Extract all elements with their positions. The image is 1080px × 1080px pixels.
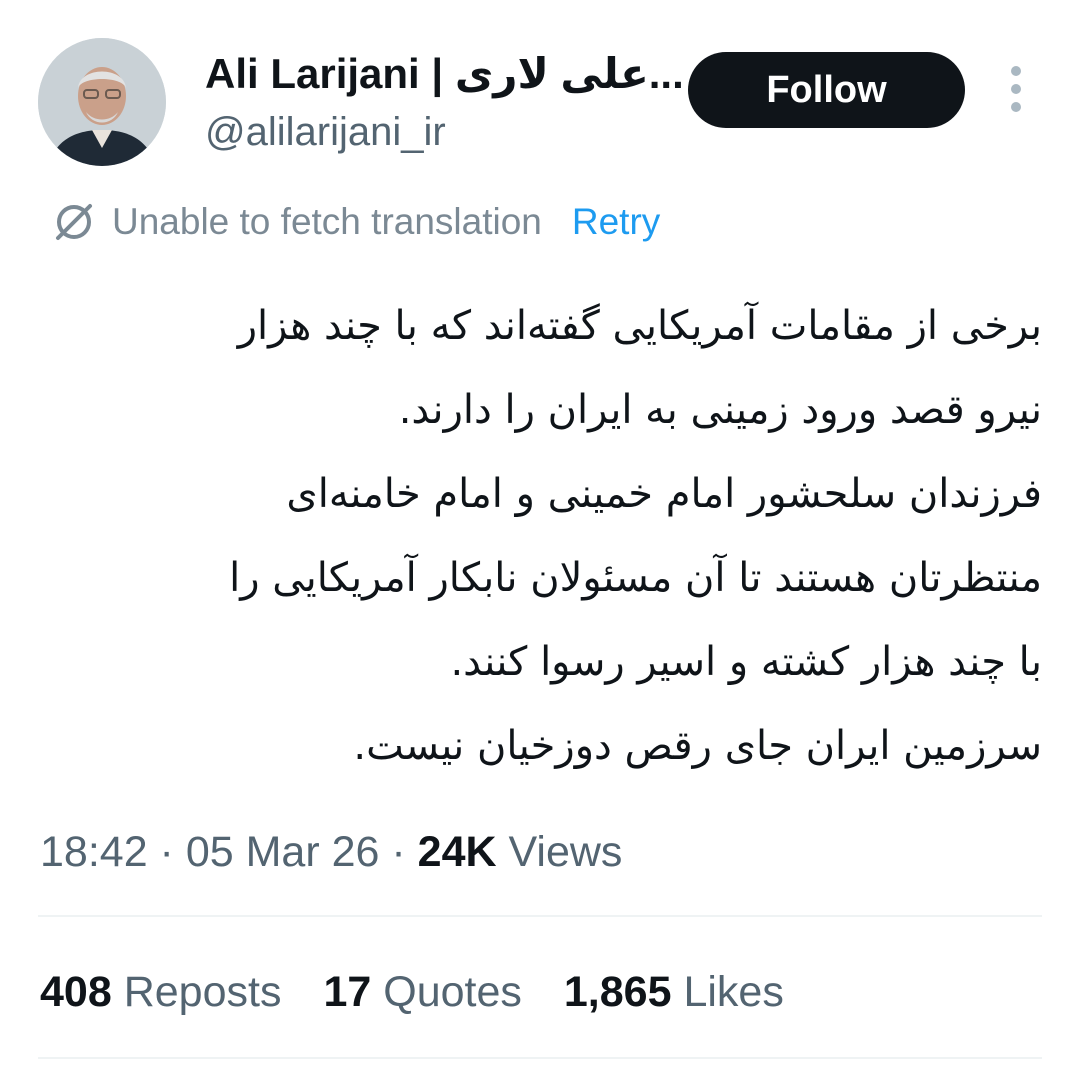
likes-count: 1,865 [563,968,672,1016]
quotes-label: Quotes [371,968,522,1016]
meta-separator: · [147,828,186,876]
profile-photo [38,38,166,166]
author-name[interactable]: Ali Larijani | علی لاری... [205,48,684,100]
author-handle[interactable]: @alilarijani_ir [205,108,446,156]
more-dot [1011,66,1021,76]
meta-separator: · [379,828,418,876]
likes-label: Likes [671,968,784,1016]
tweet-line: سرزمین ایران جای رقص دوزخیان نیست. [353,723,1042,769]
reposts-label: Reposts [111,968,282,1016]
reposts-count: 408 [40,968,112,1016]
likes-stat[interactable]: 1,865 Likes [564,966,784,1018]
translation-bar: Unable to fetch translation Retry [50,196,660,248]
follow-button[interactable]: Follow [688,52,965,128]
tweet-line: منتظرتان هستند تا آن مسئولان نابکار آمری… [229,555,1042,601]
tweet-date[interactable]: 05 Mar 26 [186,828,380,876]
quotes-count: 17 [323,968,372,1016]
avatar[interactable] [38,38,166,166]
more-options-icon[interactable] [1000,66,1032,112]
tweet-line: نیرو قصد ورود زمینی به ایران را دارند. [398,387,1042,433]
tweet-meta: 18:42 · 05 Mar 26 · 24K Views [40,826,622,878]
tweet-line: با چند هزار کشته و اسیر رسوا کنند. [450,639,1042,685]
no-translation-icon [56,204,92,240]
views-label[interactable]: Views [497,828,622,876]
tweet-line: برخی از مقامات آمریکایی گفته‌اند که با چ… [237,303,1042,349]
reposts-stat[interactable]: 408 Reposts [40,966,281,1018]
views-count[interactable]: 24K [418,828,497,876]
translation-status: Unable to fetch translation [112,201,542,242]
more-dot [1011,102,1021,112]
divider [38,1057,1042,1059]
retry-link[interactable]: Retry [572,201,660,243]
more-dot [1011,84,1021,94]
tweet-text: برخی از مقامات آمریکایی گفته‌اند که با چ… [32,284,1042,788]
divider [38,915,1042,917]
engagement-stats: 408 Reposts 17 Quotes 1,865 Likes [40,966,826,1018]
tweet-time[interactable]: 18:42 [40,828,148,876]
tweet-line: فرزندان سلحشور امام خمینی و امام خامنه‌ا… [286,471,1042,517]
quotes-stat[interactable]: 17 Quotes [323,966,521,1018]
